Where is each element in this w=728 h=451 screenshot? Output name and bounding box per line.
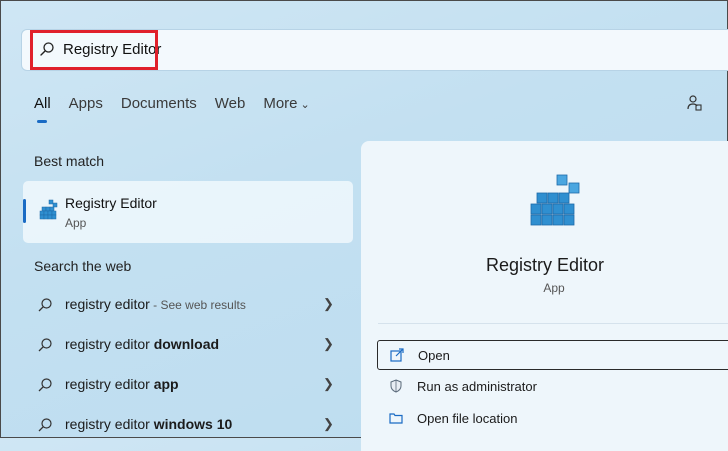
app-title: Registry Editor: [485, 255, 605, 275]
search-icon: [38, 298, 52, 312]
selection-indicator: [23, 199, 26, 223]
app-type: App: [543, 281, 565, 295]
search-icon: [38, 418, 52, 432]
web-result-item[interactable]: registry editor app ❯: [37, 373, 337, 399]
run-as-admin-label: Run as administrator: [417, 379, 537, 394]
search-web-heading: Search the web: [34, 258, 132, 274]
best-match-name: Registry Editor: [65, 195, 157, 211]
web-result-item[interactable]: registry editor - See web results ❯: [37, 293, 337, 319]
tab-documents[interactable]: Documents: [121, 94, 197, 115]
filter-tabs: All Apps Documents Web More ⌄: [34, 94, 328, 123]
tab-more-label: More: [263, 95, 298, 112]
web-result-text: registry editor - See web results: [65, 296, 246, 312]
search-icon: [38, 338, 52, 352]
best-match-heading: Best match: [34, 153, 105, 169]
web-result-item[interactable]: registry editor windows 10 ❯: [37, 413, 337, 439]
folder-icon: [389, 413, 403, 424]
chevron-down-icon: ⌄: [300, 99, 310, 111]
best-match-type: App: [65, 216, 87, 230]
tab-more[interactable]: More ⌄: [263, 94, 309, 115]
open-label: Open: [418, 348, 450, 363]
highlight-annotation: [30, 30, 158, 70]
best-match-item[interactable]: [23, 181, 353, 243]
chevron-right-icon: ❯: [323, 376, 334, 391]
registry-editor-icon: [530, 174, 580, 226]
open-file-location-action[interactable]: Open file location: [377, 404, 728, 434]
shield-icon: [390, 379, 402, 393]
search-icon: [38, 378, 52, 392]
tab-apps[interactable]: Apps: [69, 94, 103, 115]
registry-editor-icon: [39, 199, 58, 220]
share-icon[interactable]: [685, 94, 703, 112]
web-result-text: registry editor download: [65, 336, 220, 352]
web-result-item[interactable]: registry editor download ❯: [37, 333, 337, 359]
web-result-text: registry editor windows 10: [65, 416, 233, 432]
tab-all[interactable]: All: [34, 94, 51, 123]
chevron-right-icon: ❯: [323, 336, 334, 351]
more-options-icon[interactable]: ⋮: [721, 94, 728, 114]
chevron-right-icon: ❯: [323, 416, 334, 431]
open-action[interactable]: Open: [377, 340, 728, 370]
divider: [378, 323, 728, 324]
tab-web[interactable]: Web: [215, 94, 246, 115]
run-as-admin-action[interactable]: Run as administrator: [377, 372, 728, 402]
open-file-location-label: Open file location: [417, 411, 518, 426]
web-result-text: registry editor app: [65, 376, 179, 392]
chevron-right-icon: ❯: [323, 296, 334, 311]
open-icon: [390, 348, 404, 362]
